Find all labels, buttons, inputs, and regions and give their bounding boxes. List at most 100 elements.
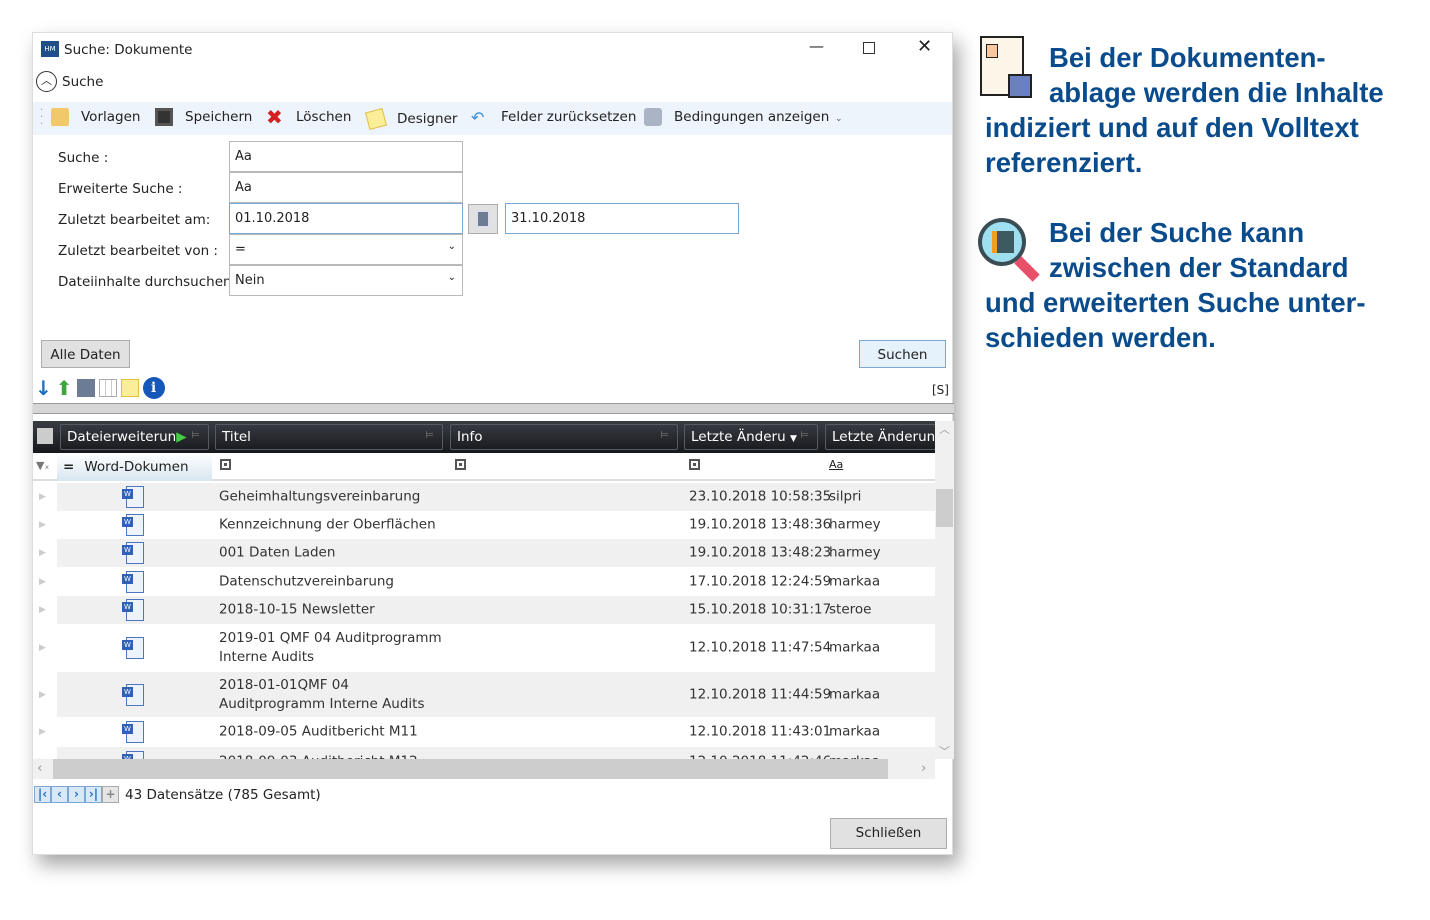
- cell-title: Kennzeichnung der Oberflächen: [219, 516, 436, 533]
- next-record-button[interactable]: ›: [68, 786, 85, 803]
- cell-user: harmey: [829, 516, 881, 533]
- splitter[interactable]: [33, 403, 954, 414]
- filter-dateierweiterung[interactable]: = Word-Dokumen: [57, 453, 212, 481]
- horizontal-scrollbar[interactable]: ‹ ›: [33, 759, 935, 779]
- filter-user-text[interactable]: Aa: [829, 458, 843, 471]
- reset-arrow-icon: ↶: [471, 108, 485, 127]
- erweiterte-suche-input[interactable]: Aa: [229, 172, 463, 203]
- toolbar-loeschen[interactable]: ✖ Löschen: [266, 107, 351, 127]
- pin-icon: ⊨: [800, 430, 809, 441]
- table-row[interactable]: ▶ W 2018-10-15 Newsletter 15.10.2018 10:31:…: [39, 596, 935, 624]
- table-row[interactable]: ▶ W 2019-01 QMF 04 Auditprogramm Interne Au…: [39, 624, 935, 672]
- window-title: Suche: Dokumente: [64, 42, 193, 58]
- row-indicator-icon: ▶: [39, 605, 46, 615]
- column-header-letzte-aenderung-user[interactable]: Letzte Änderung: [825, 424, 937, 450]
- record-count: 43 Datensätze (785 Gesamt): [125, 786, 321, 803]
- grid-toolbar: ↓ ⬆ i: [35, 376, 165, 400]
- toolbar-vorlagen[interactable]: Vorlagen: [51, 108, 140, 126]
- grid-icon[interactable]: [98, 379, 117, 397]
- table-row[interactable]: ▶ W Kennzeichnung der Oberflächen 19.10.201…: [39, 511, 935, 539]
- export-icon[interactable]: ⬆: [56, 376, 73, 400]
- scroll-down-icon[interactable]: ﹀: [939, 743, 950, 759]
- info-icon[interactable]: i: [142, 377, 165, 399]
- toolbar-speichern[interactable]: Speichern: [155, 108, 252, 126]
- column-header-dateierweiterung[interactable]: Dateierweiterun▶ ⊨: [60, 424, 209, 450]
- note-pencil-icon: [364, 107, 388, 131]
- table-row[interactable]: ▶ W 2018-01-01QMF 04 Auditprogramm Interne …: [39, 672, 935, 717]
- column-chooser-icon[interactable]: [76, 379, 95, 397]
- magnifier-search-icon: [978, 218, 1044, 284]
- word-document-icon: W: [122, 513, 146, 537]
- word-document-icon: W: [122, 636, 146, 660]
- alle-daten-button[interactable]: Alle Daten: [41, 340, 130, 368]
- vertical-scrollbar[interactable]: ︿ ﹀: [935, 421, 954, 759]
- cell-date: 23.10.2018 10:58:35: [689, 488, 832, 505]
- toolbar-designer[interactable]: Designer: [364, 107, 457, 131]
- cell-title: 2018-09-05 Auditbericht M11: [219, 723, 418, 740]
- filter-info-checkbox[interactable]: [455, 459, 466, 470]
- cell-title: Datenschutzvereinbarung: [219, 573, 395, 589]
- table-row[interactable]: ▶ W Datenschutzvereinbarung 17.10.2018 12:2…: [39, 567, 935, 596]
- date-range-button[interactable]: [468, 204, 498, 234]
- table-row[interactable]: ▶W2018-09-03 Auditbericht M1212.10.2018 …: [39, 747, 935, 759]
- suche-input[interactable]: Aa: [229, 141, 463, 172]
- column-header-info[interactable]: Info ⊨: [450, 424, 678, 450]
- add-record-button[interactable]: +: [102, 786, 119, 803]
- table-row[interactable]: ▶ W 2018-09-05 Auditbericht M11 12.10.2018 …: [39, 717, 935, 747]
- pin-icon: ⊨: [425, 430, 434, 441]
- select-value: Nein: [235, 273, 265, 288]
- date-to-input[interactable]: 31.10.2018: [505, 203, 739, 234]
- dateiinhalte-select[interactable]: Nein ⌄: [229, 265, 463, 296]
- cell-user: markaa: [829, 686, 881, 702]
- maximize-button[interactable]: [863, 42, 875, 54]
- minimize-button[interactable]: —: [809, 37, 824, 55]
- row-indicator-icon: ▶: [39, 492, 46, 502]
- group-panel-icon[interactable]: [37, 428, 53, 444]
- table-row[interactable]: ▶ W 001 Daten Laden 19.10.2018 13:48:23 harm…: [39, 539, 935, 567]
- section-label: Suche: [62, 74, 104, 90]
- sort-az-icon[interactable]: ↓: [35, 376, 52, 400]
- filter-date-checkbox[interactable]: [689, 459, 700, 470]
- previous-record-button[interactable]: ‹: [51, 786, 68, 803]
- toolbar-grip: · · ·: [40, 105, 44, 130]
- cell-user: harmey: [829, 544, 881, 561]
- suchen-button[interactable]: Suchen: [859, 340, 946, 368]
- pin-icon: ⊨: [660, 430, 669, 441]
- column-header-letzte-aenderung-datum[interactable]: Letzte Änderu ▼ ⊨: [684, 424, 818, 450]
- scroll-thumb[interactable]: [53, 759, 888, 779]
- schliessen-button[interactable]: Schließen: [830, 818, 947, 849]
- column-header-titel[interactable]: Titel ⊨: [215, 424, 443, 450]
- last-record-button[interactable]: ›|: [85, 786, 102, 803]
- app-logo-icon: HM: [41, 41, 59, 57]
- clear-filter-icon[interactable]: ▼ₓ: [36, 459, 49, 472]
- row-indicator-icon: ▶: [39, 520, 46, 530]
- label-bearbeitet-von: Zuletzt bearbeitet von :: [58, 243, 218, 259]
- cell-date: 12.10.2018 11:43:01: [689, 723, 832, 740]
- conditions-icon: [644, 108, 662, 126]
- table-row[interactable]: ▶ W Geheimhaltungsvereinbarung 23.10.2018 1…: [39, 483, 935, 511]
- bearbeitet-von-select[interactable]: = ⌄: [229, 234, 463, 265]
- date-from-input[interactable]: 01.10.2018: [229, 203, 463, 234]
- collapse-chevron-icon[interactable]: ︿: [36, 71, 57, 92]
- note-icon[interactable]: [120, 379, 139, 397]
- info-text-2-line-3: und erweiterten Suche unter-: [985, 287, 1366, 318]
- filter-titel-checkbox[interactable]: [220, 459, 231, 470]
- scroll-right-icon[interactable]: ›: [921, 760, 926, 776]
- scroll-up-icon[interactable]: ︿: [939, 421, 950, 437]
- label-erweiterte-suche: Erweiterte Suche :: [58, 181, 183, 197]
- scroll-left-icon[interactable]: ‹: [37, 760, 42, 776]
- toolbar-felder-zuruecksetzen[interactable]: ↶ Felder zurücksetzen: [471, 108, 636, 127]
- cell-user: markaa: [829, 639, 881, 656]
- save-icon: [155, 108, 173, 126]
- chevron-down-icon: ⌄: [447, 272, 456, 283]
- scroll-thumb[interactable]: [936, 489, 953, 527]
- label-suche: Suche :: [58, 150, 109, 166]
- first-record-button[interactable]: |‹: [34, 786, 51, 803]
- toolbar-bedingungen[interactable]: Bedingungen anzeigen: [644, 108, 829, 126]
- cell-title: 2018-10-15 Newsletter: [219, 601, 375, 618]
- grid-body: ▶ W Geheimhaltungsvereinbarung 23.10.2018 1…: [33, 483, 935, 759]
- close-window-button[interactable]: ✕: [917, 36, 932, 57]
- equals-operator: =: [63, 459, 75, 475]
- word-document-icon: W: [122, 683, 146, 707]
- toolbar-overflow-icon[interactable]: ⌄: [835, 114, 843, 124]
